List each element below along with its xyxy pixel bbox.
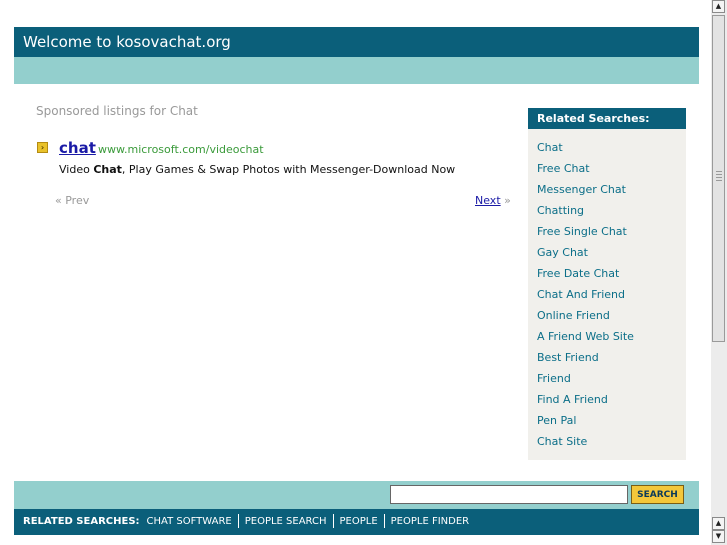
- header-band: [14, 57, 699, 84]
- footer-link-chat-software[interactable]: CHAT SOFTWARE: [147, 516, 232, 527]
- page-title: Welcome to kosovachat.org: [14, 27, 699, 57]
- footer-link-people-search[interactable]: PEOPLE SEARCH: [245, 516, 327, 527]
- ad-description: Video Chat, Play Games & Swap Photos wit…: [59, 163, 455, 176]
- scroll-up-arrow-icon[interactable]: ▲: [712, 0, 725, 13]
- scroll-down-arrow-icon[interactable]: ▼: [712, 530, 725, 543]
- divider: [383, 514, 385, 528]
- grip-icon: [716, 171, 722, 183]
- divider: [237, 514, 239, 528]
- related-item[interactable]: Free Chat: [537, 162, 590, 175]
- related-item[interactable]: Pen Pal: [537, 414, 576, 427]
- footer-link-people[interactable]: PEOPLE: [340, 516, 378, 527]
- related-item[interactable]: Best Friend: [537, 351, 599, 364]
- scroll-up-arrow-icon[interactable]: ▲: [712, 517, 725, 530]
- next-link[interactable]: Next: [475, 194, 501, 207]
- footer-related-label: RELATED SEARCHES:: [23, 516, 140, 527]
- related-item[interactable]: Messenger Chat: [537, 183, 626, 196]
- ad-title-link[interactable]: chat: [59, 139, 96, 157]
- related-item[interactable]: Free Date Chat: [537, 267, 619, 280]
- ad-desc-prefix: Video: [59, 163, 94, 176]
- search-input[interactable]: [390, 485, 628, 504]
- next-arrow: »: [504, 194, 511, 207]
- related-item[interactable]: Chatting: [537, 204, 584, 217]
- related-item[interactable]: Free Single Chat: [537, 225, 627, 238]
- related-item[interactable]: Online Friend: [537, 309, 610, 322]
- related-searches-heading: Related Searches:: [528, 108, 686, 129]
- footer-link-people-finder[interactable]: PEOPLE FINDER: [391, 516, 469, 527]
- search-button[interactable]: SEARCH: [631, 485, 684, 504]
- ad-desc-suffix: , Play Games & Swap Photos with Messenge…: [121, 163, 456, 176]
- ad-desc-bold: Chat: [93, 163, 122, 176]
- related-item[interactable]: Friend: [537, 372, 571, 385]
- related-item[interactable]: A Friend Web Site: [537, 330, 634, 343]
- arrow-right-icon: ›: [37, 142, 48, 153]
- related-item[interactable]: Find A Friend: [537, 393, 608, 406]
- ad-url[interactable]: www.microsoft.com/videochat: [98, 143, 264, 156]
- related-item[interactable]: Chat And Friend: [537, 288, 625, 301]
- vertical-scrollbar[interactable]: ▲ ▲ ▼: [711, 0, 727, 545]
- related-item[interactable]: Chat Site: [537, 435, 587, 448]
- related-item[interactable]: Chat: [537, 141, 563, 154]
- sponsored-label: Sponsored listings for Chat: [36, 104, 198, 118]
- scroll-thumb[interactable]: [712, 15, 725, 342]
- related-searches-box: Related Searches: Chat Free Chat Messeng…: [528, 108, 686, 460]
- related-item[interactable]: Gay Chat: [537, 246, 588, 259]
- footer-related-bar: RELATED SEARCHES: CHAT SOFTWARE PEOPLE SEA…: [14, 509, 699, 535]
- divider: [332, 514, 334, 528]
- pager-next: Next »: [475, 194, 511, 207]
- pager-prev: « Prev: [55, 194, 90, 207]
